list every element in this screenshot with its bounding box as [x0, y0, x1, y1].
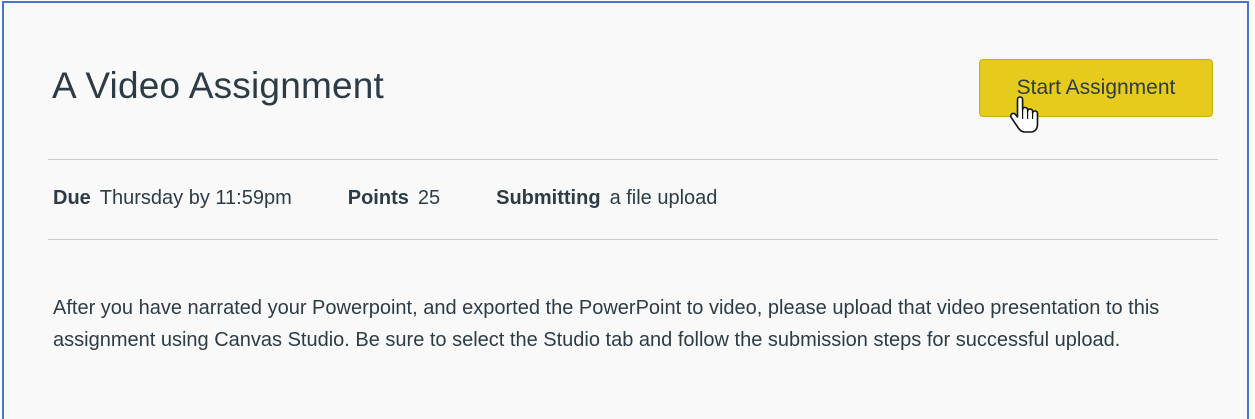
submitting-label: Submitting: [496, 187, 601, 209]
divider: [48, 239, 1218, 240]
points-detail: Points 25: [348, 187, 440, 210]
points-value: 25: [417, 187, 441, 209]
divider: [48, 159, 1218, 160]
due-detail: Due Thursday by 11:59pm: [53, 187, 292, 210]
start-assignment-button[interactable]: Start Assignment: [979, 59, 1213, 117]
due-label: Due: [53, 187, 91, 209]
due-value: Thursday by 11:59pm: [99, 187, 292, 209]
submitting-detail: Submitting a file upload: [496, 187, 717, 210]
assignment-panel: A Video Assignment Start Assignment Due T…: [2, 1, 1249, 419]
assignment-details: Due Thursday by 11:59pm Points 25 Submitti…: [53, 187, 717, 210]
submitting-value: a file upload: [609, 187, 718, 209]
points-label: Points: [347, 187, 409, 209]
assignment-description: After you have narrated your Powerpoint,…: [53, 297, 1160, 351]
page-title: A Video Assignment: [52, 65, 385, 106]
